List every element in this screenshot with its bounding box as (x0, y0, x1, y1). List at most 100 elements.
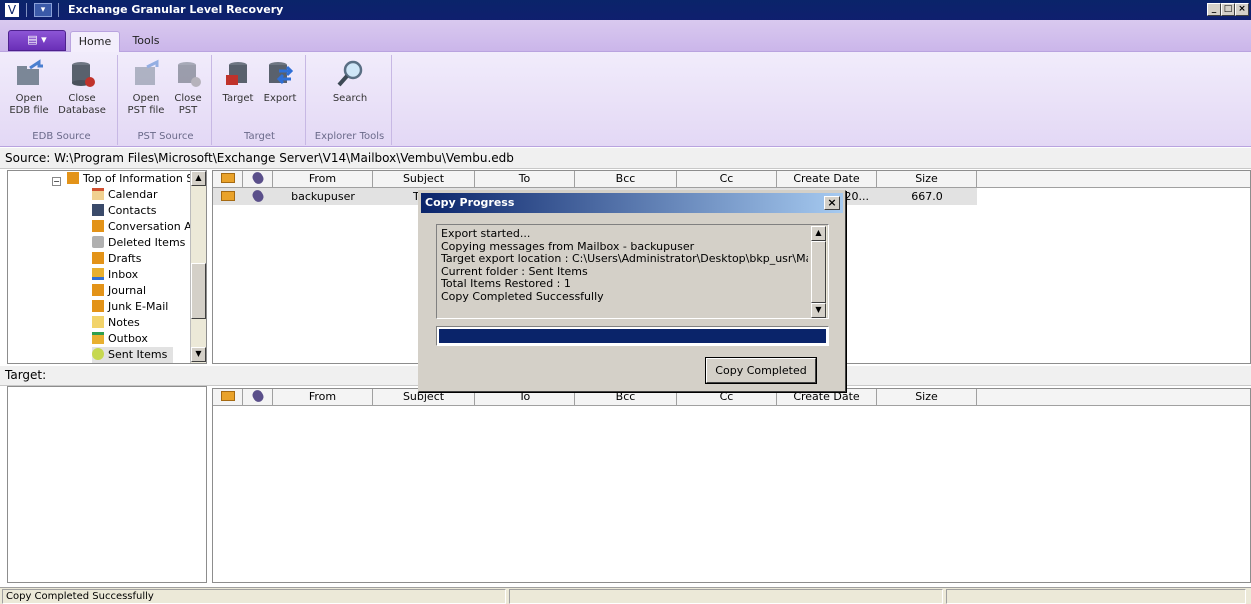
tree-item-label: Notes (108, 316, 140, 329)
tree-item-label: Deleted Items (108, 236, 186, 249)
folder-tree[interactable]: − Top of Information S Calendar Contacts … (7, 170, 207, 364)
progress-bar (436, 326, 829, 346)
search-button[interactable]: Search (322, 59, 378, 105)
target-message-grid[interactable]: From Subject To Bcc Cc Create Date Size (212, 388, 1251, 583)
tree-item-label: Journal (108, 284, 147, 297)
tab-home[interactable]: Home (70, 31, 120, 52)
tree-item-notes[interactable]: Notes (92, 315, 140, 331)
title-separator (26, 3, 27, 17)
button-label: Close (68, 93, 96, 104)
dialog-title: Copy Progress (425, 196, 515, 209)
tree-item-label: Top of Information S (83, 172, 194, 185)
log-text: Export started... Copying messages from … (441, 228, 808, 316)
envelope-icon (220, 173, 235, 183)
quick-access-dropdown-icon[interactable]: ▾ (34, 3, 52, 17)
tree-item-inbox[interactable]: Inbox (92, 267, 138, 283)
tab-tools[interactable]: Tools (124, 31, 168, 52)
target-icon (226, 62, 247, 85)
column-size[interactable]: Size (877, 171, 977, 187)
column-bcc[interactable]: Bcc (575, 171, 677, 187)
search-icon (337, 60, 363, 87)
scroll-thumb[interactable] (191, 263, 206, 319)
tree-scrollbar[interactable]: ▲ ▼ (190, 171, 206, 363)
target-button[interactable]: Target (218, 59, 258, 105)
column-from[interactable]: From (273, 389, 373, 405)
attachment-cell (243, 188, 273, 205)
tree-item-junk-email[interactable]: Junk E-Mail (92, 299, 168, 315)
dialog-close-button[interactable]: × (824, 196, 840, 210)
close-pst-button[interactable]: Close PST (168, 59, 208, 117)
scroll-down-button[interactable]: ▼ (811, 303, 826, 318)
window-title: Exchange Granular Level Recovery (68, 3, 284, 16)
export-button[interactable]: Export (260, 59, 300, 105)
export-icon (269, 62, 294, 85)
column-size[interactable]: Size (877, 389, 977, 405)
folder-icon (92, 252, 104, 264)
attachment-icon (250, 389, 265, 404)
app-icon[interactable]: V (4, 2, 20, 18)
inbox-icon (92, 268, 104, 280)
contacts-icon (92, 204, 104, 216)
calendar-icon (92, 188, 104, 200)
tree-item-deleted-items[interactable]: Deleted Items (92, 235, 185, 251)
tree-item-label: Contacts (108, 204, 157, 217)
group-label: EDB Source (32, 131, 91, 142)
grid-header: From Subject To Bcc Cc Create Date Size (213, 171, 1250, 188)
tree-item-journal[interactable]: Journal (92, 283, 146, 299)
title-bar: V ▾ Exchange Granular Level Recovery _ □… (0, 0, 1251, 20)
copy-completed-button[interactable]: Copy Completed (706, 358, 816, 383)
tree-item-calendar[interactable]: Calendar (92, 187, 157, 203)
target-tree[interactable] (7, 386, 207, 583)
dialog-title-bar[interactable]: Copy Progress × (421, 193, 843, 213)
scroll-down-button[interactable]: ▼ (191, 347, 206, 362)
button-label: Close (174, 93, 202, 104)
tree-item-sent-items[interactable]: Sent Items (92, 347, 174, 363)
title-separator-2 (58, 3, 59, 17)
tree-item-conversation-action[interactable]: Conversation Ac (92, 219, 198, 235)
button-label: Database (58, 105, 106, 116)
attachment-icon (250, 171, 265, 186)
scroll-thumb[interactable] (811, 241, 826, 303)
column-envelope[interactable] (213, 389, 243, 405)
close-database-icon (72, 62, 95, 87)
button-label: Open (15, 93, 43, 104)
column-from[interactable]: From (273, 171, 373, 187)
open-pst-file-button[interactable]: Open PST file (124, 59, 168, 117)
close-database-button[interactable]: Close Database (54, 59, 110, 117)
tree-item-label: Sent Items (108, 348, 168, 361)
size-cell: 667.0 (911, 190, 943, 203)
maximize-button[interactable]: □ (1221, 3, 1235, 16)
collapse-icon[interactable]: − (52, 177, 61, 186)
tree-item-top-of-information-store[interactable]: − Top of Information S (52, 171, 193, 187)
column-create-date[interactable]: Create Date (777, 171, 877, 187)
column-cc[interactable]: Cc (677, 171, 777, 187)
tree-item-drafts[interactable]: Drafts (92, 251, 141, 267)
scroll-up-button[interactable]: ▲ (811, 226, 826, 241)
folder-icon (92, 300, 104, 312)
log-line: Target export location : C:\Users\Admini… (441, 252, 808, 265)
tree-item-label: Conversation Ac (108, 220, 198, 233)
close-button[interactable]: × (1235, 3, 1249, 16)
status-text: Copy Completed Successfully (2, 589, 506, 604)
tree-item-outbox[interactable]: Outbox (92, 331, 148, 347)
outbox-icon (92, 332, 104, 344)
log-scrollbar[interactable]: ▲ ▼ (811, 226, 827, 318)
scroll-up-button[interactable]: ▲ (191, 171, 206, 186)
envelope-icon (221, 191, 235, 201)
log-line: Total Items Restored : 1 (441, 277, 571, 290)
column-attachment[interactable] (243, 171, 273, 187)
copy-progress-dialog: Copy Progress × Export started... Copyin… (418, 190, 846, 392)
column-envelope[interactable] (213, 171, 243, 187)
attachment-icon (250, 188, 266, 204)
ribbon-tab-bar: ▤ ▾ Home Tools (0, 20, 1251, 52)
tree-item-contacts[interactable]: Contacts (92, 203, 157, 219)
column-subject[interactable]: Subject (373, 171, 475, 187)
column-to[interactable]: To (475, 171, 575, 187)
progress-log[interactable]: Export started... Copying messages from … (436, 224, 829, 319)
close-pst-icon (178, 62, 201, 87)
open-edb-file-button[interactable]: Open EDB file (6, 59, 52, 117)
column-attachment[interactable] (243, 389, 273, 405)
menu-icon: ▤ ▾ (27, 33, 47, 46)
minimize-button[interactable]: _ (1207, 3, 1221, 16)
app-menu-button[interactable]: ▤ ▾ (8, 30, 66, 51)
